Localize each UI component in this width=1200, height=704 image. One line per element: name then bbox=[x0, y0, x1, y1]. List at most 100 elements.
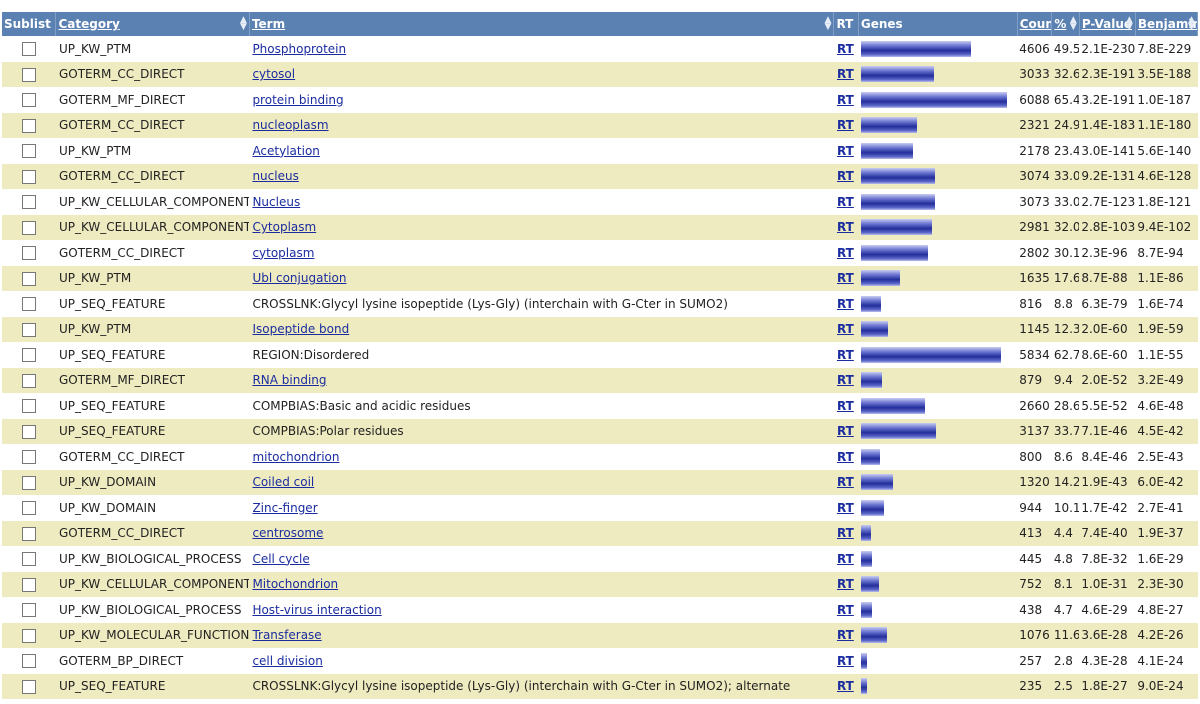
sublist-checkbox[interactable] bbox=[21, 552, 36, 566]
rt-link[interactable]: RT bbox=[837, 628, 854, 642]
rt-link[interactable]: RT bbox=[837, 475, 854, 489]
genes-bar[interactable] bbox=[861, 499, 885, 516]
term-link[interactable]: nucleus bbox=[252, 169, 298, 183]
sublist-checkbox[interactable] bbox=[21, 322, 36, 337]
term-link[interactable]: Coiled coil bbox=[252, 475, 314, 489]
sublist-checkbox[interactable] bbox=[21, 169, 36, 184]
genes-bar[interactable] bbox=[861, 601, 873, 618]
sublist-checkbox[interactable] bbox=[21, 271, 36, 286]
sort-arrows-icon[interactable]: ▲ ▼ bbox=[1188, 16, 1195, 32]
term-link[interactable]: Acetylation bbox=[252, 144, 319, 158]
genes-bar[interactable] bbox=[861, 474, 894, 491]
benjamini-header[interactable]: Benjamini▲▼ bbox=[1135, 12, 1199, 36]
rt-link[interactable]: RT bbox=[837, 526, 854, 540]
percent-sort-link[interactable]: % bbox=[1054, 17, 1066, 31]
term-link[interactable]: RNA binding bbox=[252, 373, 326, 387]
sublist-checkbox[interactable] bbox=[21, 501, 36, 515]
genes-bar[interactable] bbox=[861, 193, 936, 210]
rt-link[interactable]: RT bbox=[837, 144, 854, 158]
rt-link[interactable]: RT bbox=[837, 169, 854, 183]
term-link[interactable]: Mitochondrion bbox=[252, 577, 338, 591]
sublist-checkbox[interactable] bbox=[21, 118, 36, 133]
rt-link[interactable]: RT bbox=[837, 399, 854, 413]
sublist-checkbox[interactable] bbox=[21, 93, 36, 107]
genes-bar[interactable] bbox=[861, 678, 868, 695]
rt-link[interactable]: RT bbox=[837, 195, 854, 209]
genes-bar[interactable] bbox=[861, 66, 935, 83]
rt-link[interactable]: RT bbox=[837, 603, 854, 617]
genes-bar[interactable] bbox=[861, 40, 972, 57]
genes-bar[interactable] bbox=[861, 550, 873, 567]
term-link[interactable]: nucleoplasm bbox=[252, 118, 328, 132]
rt-link[interactable]: RT bbox=[837, 220, 854, 234]
rt-link[interactable]: RT bbox=[837, 679, 854, 693]
term-sort-link[interactable]: Term bbox=[252, 17, 285, 31]
term-header[interactable]: Term ▲ ▼ bbox=[249, 12, 835, 36]
rt-link[interactable]: RT bbox=[837, 118, 854, 132]
rt-link[interactable]: RT bbox=[837, 271, 854, 285]
rt-link[interactable]: RT bbox=[837, 322, 854, 336]
sublist-checkbox[interactable] bbox=[21, 297, 36, 311]
sublist-checkbox[interactable] bbox=[21, 348, 36, 362]
rt-link[interactable]: RT bbox=[837, 93, 854, 107]
genes-bar[interactable] bbox=[861, 321, 889, 338]
sublist-checkbox[interactable] bbox=[21, 577, 36, 592]
rt-link[interactable]: RT bbox=[837, 42, 854, 56]
sublist-checkbox[interactable] bbox=[21, 424, 36, 439]
count-sort-link[interactable]: Count bbox=[1020, 17, 1051, 31]
sublist-checkbox[interactable] bbox=[21, 526, 36, 541]
genes-bar[interactable] bbox=[861, 117, 918, 134]
term-link[interactable]: mitochondrion bbox=[252, 450, 339, 464]
sublist-checkbox[interactable] bbox=[21, 399, 36, 413]
rt-link[interactable]: RT bbox=[837, 297, 854, 311]
sublist-checkbox[interactable] bbox=[21, 475, 36, 490]
sublist-checkbox[interactable] bbox=[21, 220, 36, 235]
genes-bar[interactable] bbox=[861, 397, 926, 414]
term-link[interactable]: Host-virus interaction bbox=[252, 603, 381, 617]
rt-link[interactable]: RT bbox=[837, 373, 854, 387]
rt-link[interactable]: RT bbox=[837, 552, 854, 566]
rt-link[interactable]: RT bbox=[837, 67, 854, 81]
category-header[interactable]: Category ▲ ▼ bbox=[55, 12, 250, 36]
genes-bar[interactable] bbox=[861, 295, 882, 312]
term-link[interactable]: Phosphoprotein bbox=[252, 42, 346, 56]
rt-link[interactable]: RT bbox=[837, 424, 854, 438]
genes-bar[interactable] bbox=[861, 346, 1002, 363]
sublist-checkbox[interactable] bbox=[21, 144, 36, 158]
genes-bar[interactable] bbox=[861, 627, 888, 644]
sort-arrows-icon[interactable]: ▲ ▼ bbox=[1126, 16, 1133, 32]
genes-bar[interactable] bbox=[861, 576, 880, 593]
rt-link[interactable]: RT bbox=[837, 348, 854, 362]
pvalue-header[interactable]: P-Value ▲ ▼ bbox=[1079, 12, 1136, 36]
term-link[interactable]: Isopeptide bond bbox=[252, 322, 349, 336]
sublist-checkbox[interactable] bbox=[21, 42, 36, 56]
genes-bar[interactable] bbox=[861, 219, 933, 236]
sublist-checkbox[interactable] bbox=[21, 246, 36, 260]
genes-bar[interactable] bbox=[861, 244, 929, 261]
sublist-checkbox[interactable] bbox=[21, 654, 36, 668]
genes-bar[interactable] bbox=[861, 448, 881, 465]
genes-bar[interactable] bbox=[861, 525, 872, 542]
category-sort-link[interactable]: Category bbox=[58, 17, 119, 31]
term-link[interactable]: Zinc-finger bbox=[252, 501, 317, 515]
sort-arrows-icon[interactable]: ▲ ▼ bbox=[825, 16, 832, 32]
sublist-checkbox[interactable] bbox=[21, 679, 36, 694]
rt-link[interactable]: RT bbox=[837, 501, 854, 515]
genes-bar[interactable] bbox=[861, 168, 936, 185]
rt-link[interactable]: RT bbox=[837, 654, 854, 668]
genes-bar[interactable] bbox=[861, 372, 883, 389]
term-link[interactable]: Ubl conjugation bbox=[252, 271, 346, 285]
sublist-checkbox[interactable] bbox=[21, 67, 36, 82]
term-link[interactable]: cell division bbox=[252, 654, 322, 668]
term-link[interactable]: Cytoplasm bbox=[252, 220, 316, 234]
sublist-checkbox[interactable] bbox=[21, 450, 36, 464]
term-link[interactable]: Nucleus bbox=[252, 195, 300, 209]
sort-arrows-icon[interactable]: ▲ ▼ bbox=[240, 16, 247, 32]
sublist-checkbox[interactable] bbox=[21, 373, 36, 388]
rt-link[interactable]: RT bbox=[837, 577, 854, 591]
percent-header[interactable]: % ▲ ▼ bbox=[1051, 12, 1080, 36]
sort-arrows-icon[interactable]: ▲ ▼ bbox=[1070, 16, 1077, 32]
sublist-checkbox[interactable] bbox=[21, 195, 36, 209]
rt-link[interactable]: RT bbox=[837, 246, 854, 260]
sublist-checkbox[interactable] bbox=[21, 603, 36, 617]
